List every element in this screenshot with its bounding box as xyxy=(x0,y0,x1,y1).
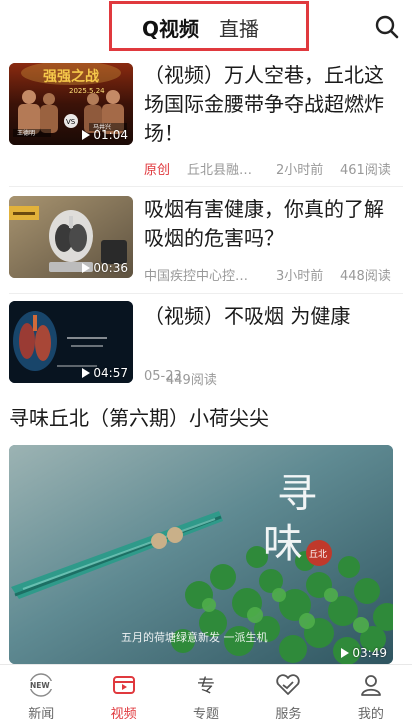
video-thumbnail: 04:57 xyxy=(9,301,133,383)
news-item[interactable]: 强强之战 2025.5.24 VS 王德明 马井兴 01:04 （视频）万人空巷… xyxy=(0,56,412,184)
bottom-nav: NEW 新闻 视频 专 专题 服务 我的 xyxy=(0,664,412,719)
play-icon xyxy=(341,648,350,658)
news-badge: NEW xyxy=(30,681,50,690)
news-reads: 449阅读 xyxy=(166,373,217,388)
video-duration: 00:36 xyxy=(82,261,128,275)
calligraphy-char: 寻 xyxy=(277,471,317,517)
seal-text: 丘北 xyxy=(309,549,327,560)
play-icon xyxy=(82,263,91,273)
news-title[interactable]: （视频）万人空巷，丘北这场国际金腰带争夺战超燃炸场！ xyxy=(144,61,399,148)
profile-icon xyxy=(360,675,381,696)
nav-item-news[interactable]: NEW 新闻 xyxy=(0,665,82,719)
featured-video-title[interactable]: 寻味丘北（第六期）小荷尖尖 xyxy=(9,404,269,432)
nav-item-service[interactable]: 服务 xyxy=(247,665,329,719)
nav-label: 视频 xyxy=(110,707,137,719)
news-time: 2小时前 xyxy=(276,163,324,178)
news-icon: NEW xyxy=(29,673,54,697)
news-source: 丘北县融… xyxy=(187,163,253,178)
video-duration: 03:49 xyxy=(341,646,387,660)
top-bar: Q视频 直播 xyxy=(0,0,412,56)
play-icon xyxy=(82,130,91,140)
tab-live[interactable]: 直播 xyxy=(219,16,259,42)
search-icon[interactable] xyxy=(374,14,400,40)
tab-q-video[interactable]: Q视频 xyxy=(142,16,199,42)
svg-text:王德明: 王德明 xyxy=(17,129,35,137)
channel-tabs-highlight: Q视频 直播 xyxy=(109,1,309,51)
news-time: 3小时前 xyxy=(276,269,324,284)
calligraphy-char: 味 xyxy=(263,521,303,567)
lotus-pond-image: 寻 味 丘北 五月的荷塘绿意新发 一派生机 xyxy=(9,445,393,664)
svg-text:VS: VS xyxy=(66,118,76,126)
video-thumbnail: 00:36 xyxy=(9,196,133,278)
news-reads: 461阅读 xyxy=(340,163,391,178)
news-title[interactable]: 吸烟有害健康，你真的了解吸烟的危害吗？ xyxy=(144,195,399,253)
video-duration: 04:57 xyxy=(82,366,128,380)
nav-label: 专题 xyxy=(193,707,220,719)
news-item[interactable]: 00:36 吸烟有害健康，你真的了解吸烟的危害吗？ 中国疾控中心控… 3小时前 … xyxy=(0,187,412,294)
video-subtitle: 五月的荷塘绿意新发 一派生机 xyxy=(121,630,268,644)
topic-icon: 专 xyxy=(197,676,215,697)
nav-item-topic[interactable]: 专 专题 xyxy=(165,665,247,719)
play-icon xyxy=(82,368,91,378)
nav-label: 服务 xyxy=(275,707,302,719)
featured-video[interactable]: 寻 味 丘北 五月的荷塘绿意新发 一派生机 03:49 xyxy=(9,445,393,664)
video-thumbnail: 强强之战 2025.5.24 VS 王德明 马井兴 01:04 xyxy=(9,63,133,145)
nav-item-profile[interactable]: 我的 xyxy=(330,665,412,719)
nav-item-video[interactable]: 视频 xyxy=(82,665,164,719)
news-reads: 448阅读 xyxy=(340,269,391,284)
news-title[interactable]: （视频）不吸烟 为健康 xyxy=(144,302,399,331)
service-icon xyxy=(276,674,301,695)
news-source: 中国疾控中心控… xyxy=(144,269,249,284)
svg-text:2025.5.24: 2025.5.24 xyxy=(69,87,105,95)
news-item[interactable]: 04:57 （视频）不吸烟 为健康 05-23 449阅读 xyxy=(0,294,412,394)
original-tag: 原创 xyxy=(144,163,171,178)
svg-text:专: 专 xyxy=(197,676,215,697)
poster-headline: 强强之战 xyxy=(43,68,99,85)
nav-label: 新闻 xyxy=(28,707,55,719)
video-duration: 01:04 xyxy=(82,128,128,142)
video-icon xyxy=(112,676,135,694)
nav-label: 我的 xyxy=(357,707,384,719)
